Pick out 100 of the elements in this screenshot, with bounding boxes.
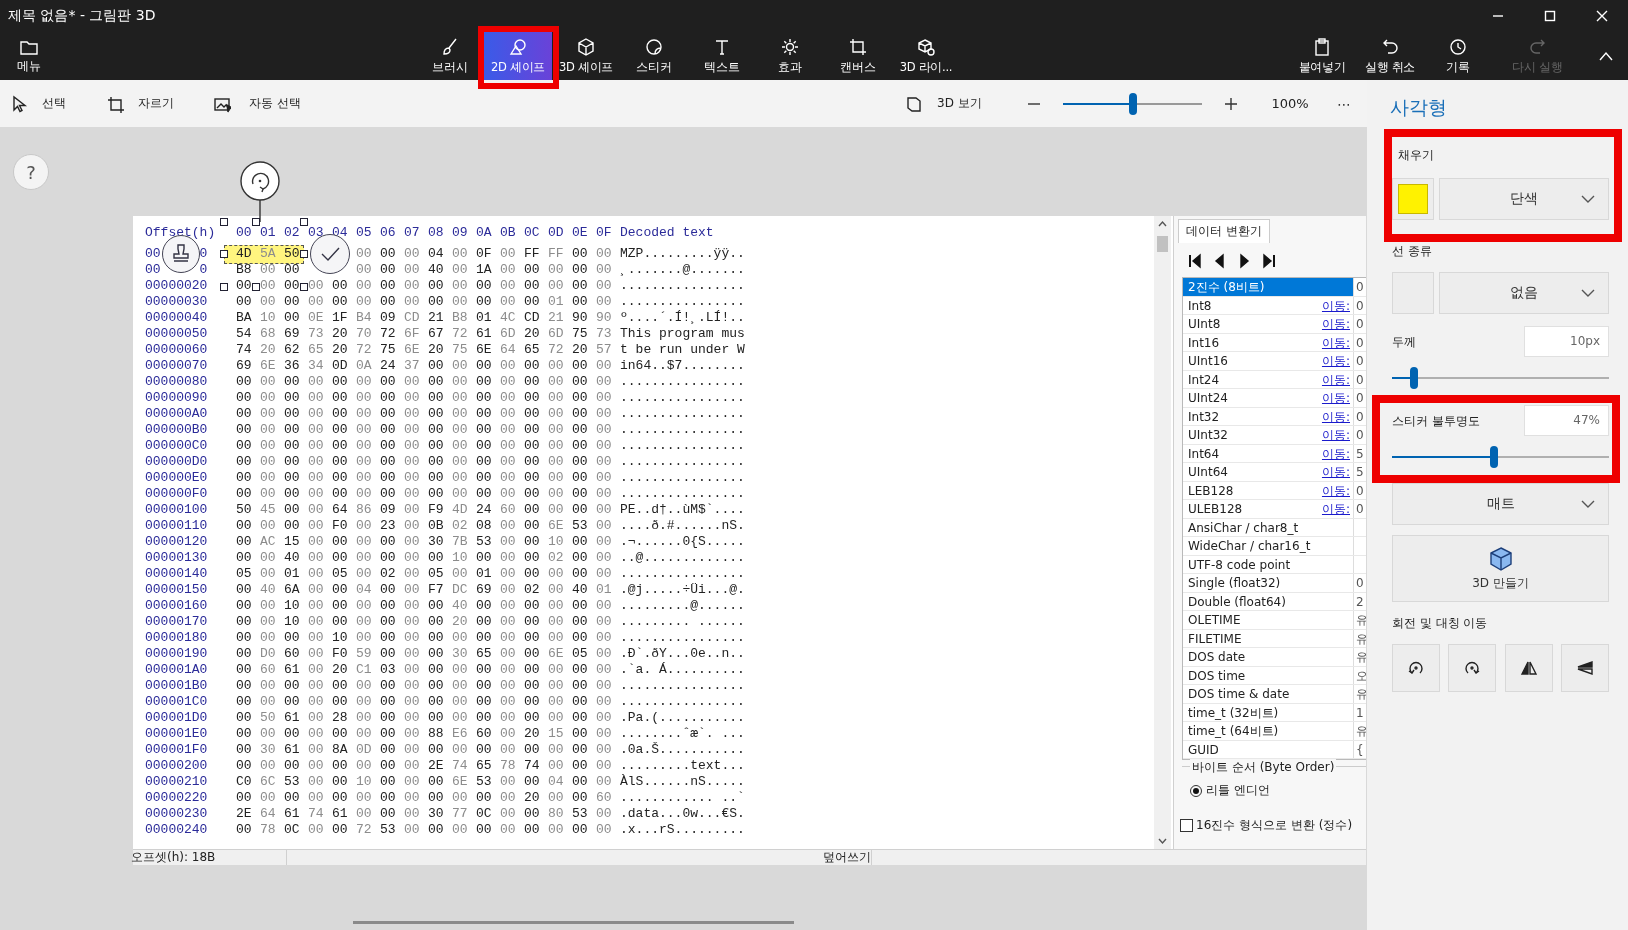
go-link[interactable]: 이동: <box>1321 333 1353 351</box>
input-field[interactable]: 47% <box>1524 405 1609 436</box>
list-item[interactable]: UInt64 <box>1183 463 1322 481</box>
fill-dropdown[interactable]: 단색 <box>1439 178 1609 220</box>
hex-byte: 00 <box>260 598 276 613</box>
list-item[interactable]: UInt8 <box>1183 315 1322 333</box>
hex-byte: 00 <box>404 646 420 661</box>
decoded-text: º....´.Í!¸.LÍ!.. <box>620 310 745 326</box>
rectangle-shape[interactable] <box>224 245 304 264</box>
list-item[interactable]: Int24 <box>1183 370 1322 388</box>
resize-handle[interactable] <box>300 250 308 258</box>
list-item[interactable]: AnsiChar / char8_t <box>1183 518 1353 536</box>
toolbar-button[interactable]: 붙여넣기 <box>1288 32 1356 80</box>
outline-dropdown[interactable]: 없음 <box>1439 272 1609 314</box>
hex-byte: 00 <box>524 742 540 757</box>
hex-byte: 00 <box>524 358 540 373</box>
list-item[interactable]: Int64 <box>1183 444 1322 462</box>
go-link[interactable]: 이동: <box>1321 389 1353 407</box>
view-3d-button[interactable]: 3D 보기 <box>905 87 1005 120</box>
hex-byte: 20 <box>332 326 348 341</box>
list-item[interactable]: WideChar / char16_t <box>1183 537 1353 555</box>
go-link[interactable]: 이동: <box>1321 370 1353 388</box>
list-item[interactable]: OLETIME <box>1183 611 1353 629</box>
resize-handle[interactable] <box>220 218 228 226</box>
tool-button[interactable]: 스티커 <box>620 32 688 80</box>
resize-handle[interactable] <box>252 283 260 291</box>
input-field[interactable]: 10px <box>1524 326 1609 357</box>
list-item[interactable]: Double (float64) <box>1183 592 1353 610</box>
resize-handle[interactable] <box>220 283 228 291</box>
list-item[interactable]: DOS date <box>1183 648 1353 666</box>
zoom-slider[interactable] <box>1063 92 1202 115</box>
toolbar-button[interactable]: 기록 <box>1424 32 1492 80</box>
go-link[interactable]: 이동: <box>1321 444 1353 462</box>
resize-handle[interactable] <box>220 250 228 258</box>
go-link[interactable]: 이동: <box>1321 296 1353 314</box>
finish-dropdown[interactable]: 매트 <box>1392 483 1609 525</box>
skip-start-icon[interactable] <box>1188 253 1204 269</box>
toolbar-button[interactable]: 자동 선택 <box>213 87 301 120</box>
more-button[interactable]: ⋯ <box>1334 95 1354 112</box>
slider-thumb[interactable] <box>1490 446 1498 468</box>
list-item[interactable]: UInt32 <box>1183 426 1322 444</box>
go-link[interactable]: 이동: <box>1321 407 1353 425</box>
slider-thumb[interactable] <box>1128 92 1137 115</box>
icon-button[interactable] <box>1561 644 1609 692</box>
tool-button[interactable]: 브러시 <box>416 32 484 80</box>
go-link[interactable]: 이동: <box>1321 463 1353 481</box>
color-swatch[interactable] <box>1392 178 1434 220</box>
slider[interactable] <box>1392 446 1609 468</box>
list-item[interactable]: ULEB128 <box>1183 500 1322 518</box>
color-swatch[interactable] <box>1392 272 1434 314</box>
list-item[interactable]: DOS time <box>1183 666 1353 684</box>
go-link[interactable]: 이동: <box>1321 481 1353 499</box>
tool-button[interactable]: 2D 셰이프 <box>484 32 552 80</box>
checkmark-button[interactable] <box>310 234 350 274</box>
go-link[interactable]: 이동: <box>1321 426 1353 444</box>
resize-handle[interactable] <box>300 283 308 291</box>
panel-tab[interactable]: 데이터 변환기 <box>1178 219 1270 243</box>
go-link[interactable]: 이동: <box>1321 500 1353 518</box>
radio-button[interactable]: 리틀 엔디언 <box>1190 782 1366 799</box>
go-link[interactable]: 이동: <box>1321 315 1353 333</box>
rotate-handle[interactable] <box>239 160 281 222</box>
help-button[interactable]: ? <box>13 154 49 190</box>
toolbar-button[interactable]: 선택 <box>10 87 106 120</box>
tool-button[interactable]: 3D 셰이프 <box>552 32 620 80</box>
slider-thumb[interactable] <box>1409 367 1418 389</box>
list-item[interactable]: time_t (32비트) <box>1183 703 1353 721</box>
tool-button[interactable]: 텍스트 <box>688 32 756 80</box>
hex-byte: 6E <box>548 518 564 533</box>
hex-byte: 00 <box>596 550 612 565</box>
checkbox[interactable]: 16진수 형식으로 변환 (정수) <box>1180 817 1366 834</box>
tool-button[interactable]: 효과 <box>756 32 824 80</box>
hex-byte: 00 <box>404 422 420 437</box>
list-item[interactable]: UInt24 <box>1183 389 1322 407</box>
list-item[interactable]: Single (float32) <box>1183 574 1353 592</box>
resize-handle[interactable] <box>300 218 308 226</box>
list-item[interactable]: Int32 <box>1183 407 1322 425</box>
make-3d-button[interactable]: 3D 만들기 <box>1392 535 1609 602</box>
go-link[interactable]: 이동: <box>1321 352 1353 370</box>
list-item[interactable]: Int8 <box>1183 296 1322 314</box>
icon-button[interactable] <box>1504 644 1553 692</box>
list-item[interactable]: Int16 <box>1183 333 1322 351</box>
close-icon <box>1595 10 1609 22</box>
tool-button[interactable]: 3D 라이... <box>892 32 960 80</box>
list-item[interactable]: DOS time & date <box>1183 685 1353 703</box>
list-item[interactable]: time_t (64비트) <box>1183 722 1353 740</box>
toolbar-button[interactable]: 실행 취소 <box>1356 32 1424 80</box>
tool-button[interactable]: 캔버스 <box>824 32 892 80</box>
slider[interactable] <box>1392 367 1609 389</box>
decoded-text: .0a.Š........... <box>620 742 745 758</box>
menu-button[interactable]: 메뉴 <box>0 32 58 80</box>
list-item[interactable]: UInt16 <box>1183 352 1322 370</box>
hex-byte: 00 <box>428 646 444 661</box>
list-item[interactable]: GUID <box>1183 740 1353 758</box>
list-item[interactable]: UTF-8 code point <box>1183 555 1353 573</box>
resize-handle[interactable] <box>252 218 260 226</box>
list-item[interactable]: LEB128 <box>1183 481 1322 499</box>
list-item[interactable]: FILETIME <box>1183 629 1353 647</box>
toolbar-button[interactable]: 자르기 <box>106 87 213 120</box>
skip-end-icon[interactable] <box>1260 253 1276 269</box>
list-item[interactable]: 2진수 (8비트) <box>1183 278 1353 296</box>
